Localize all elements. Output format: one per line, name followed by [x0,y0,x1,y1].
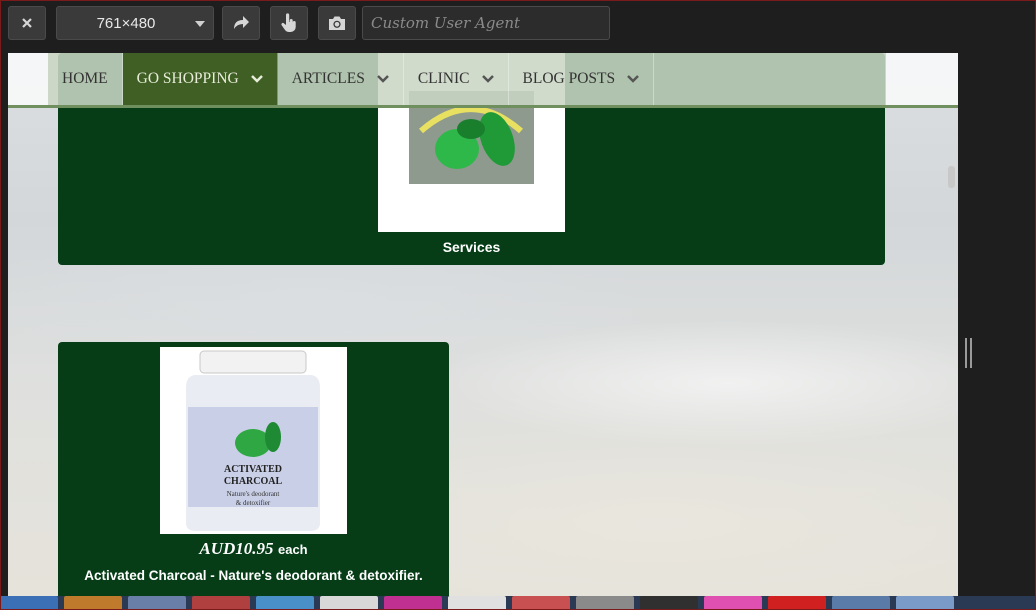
app-icon[interactable] [640,596,698,610]
nav-item-blog-posts[interactable]: BLOG POSTS [509,53,655,105]
nav-item-clinic[interactable]: CLINIC [404,53,509,105]
site-navigation: HOME GO SHOPPING ARTICLES CLINIC BLOG PO… [8,53,958,108]
close-icon [21,17,33,29]
nav-item-articles[interactable]: ARTICLES [278,53,404,105]
app-icon[interactable] [576,596,634,610]
camera-icon [327,15,347,31]
nav-label: BLOG POSTS [522,70,616,87]
nav-label: CLINIC [417,70,470,87]
app-icon[interactable] [768,596,826,610]
viewport-size-select[interactable]: 761×480 [56,6,214,40]
custom-user-agent-input[interactable] [362,6,610,40]
chevron-down-icon [250,70,263,88]
product-card[interactable]: ACTIVATED CHARCOAL Nature's deodorant & … [58,342,449,610]
viewport-size-value: 761×480 [96,15,156,32]
word-icon[interactable] [448,596,506,610]
nav-item-go-shopping[interactable]: GO SHOPPING [122,53,278,105]
nav-item-home[interactable]: HOME [48,53,123,105]
vertical-scrollbar-thumb[interactable] [948,166,955,188]
nav-label: GO SHOPPING [136,70,239,87]
app-icon[interactable] [832,596,890,610]
viewport-resize-handle[interactable] [965,338,973,368]
price-unit: each [277,542,308,557]
jar-label-line1: ACTIVATED [224,464,282,475]
screenshot-button[interactable] [318,6,356,40]
app-icon[interactable] [704,596,762,610]
product-price: AUD10.95 each [58,539,449,559]
taskbar [0,596,1036,610]
ie-icon[interactable] [0,596,58,610]
rotate-button[interactable] [222,6,260,40]
close-button[interactable] [8,6,46,40]
product-description: Activated Charcoal - Nature's deodorant … [84,568,423,583]
app-icon[interactable] [192,596,250,610]
app-icon[interactable] [896,596,954,610]
browser-icon[interactable] [256,596,314,610]
app-icon[interactable] [384,596,442,610]
chevron-down-icon [481,70,494,88]
services-label: Services [442,239,501,255]
price-amount: AUD10.95 [199,539,274,558]
jar-sub-line2: & detoxifier [236,499,271,507]
nav-label: HOME [62,70,108,87]
jar-sub-line1: Nature's deodorant [227,490,280,498]
rotate-icon [231,15,251,31]
page-viewport: Services ACTIVATED CHARCOAL Nature's deo… [8,53,958,610]
media-icon[interactable] [128,596,186,610]
touch-icon [280,13,298,33]
chevron-down-icon [376,70,389,88]
touch-simulation-button[interactable] [270,6,308,40]
folder-icon[interactable] [64,596,122,610]
chevron-down-icon [627,70,639,88]
jar-label-line2: CHARCOAL [224,476,283,487]
product-image: ACTIVATED CHARCOAL Nature's deodorant & … [160,347,347,534]
app-icon[interactable] [512,596,570,610]
responsive-toolbar: 761×480 [0,0,1036,48]
nav-label: ARTICLES [291,70,365,87]
app-icon[interactable] [320,596,378,610]
chevron-down-icon [195,21,205,27]
